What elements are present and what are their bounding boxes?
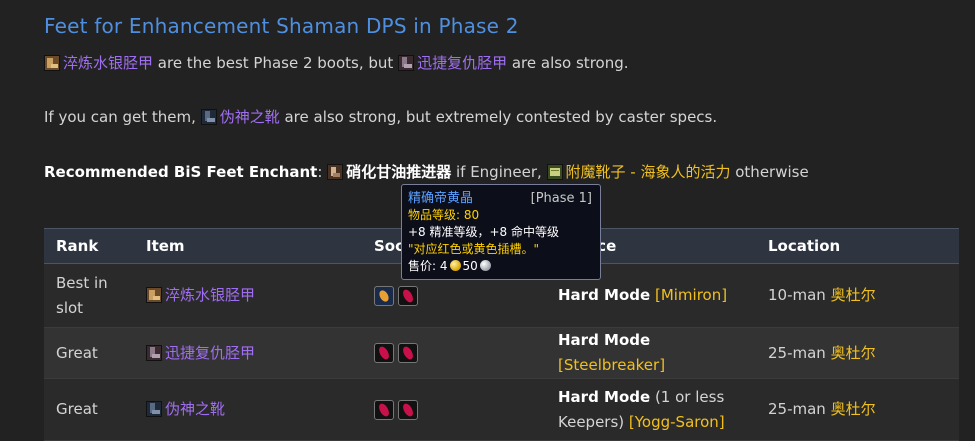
rank-cell: Best in slot xyxy=(44,263,134,328)
item-cell: 迅捷复仇胫甲 xyxy=(134,327,362,379)
item-link-false-god-boots[interactable]: 伪神之靴 xyxy=(220,108,280,126)
location-cell: 25-man 奥杜尔 xyxy=(756,327,959,379)
boots-item-icon xyxy=(146,287,162,303)
scroll-icon xyxy=(546,164,563,180)
paragraph-alt: If you can get them, 伪神之靴 are also stron… xyxy=(44,108,718,126)
boss-link[interactable]: [Steelbreaker] xyxy=(558,356,665,374)
boots-item-icon xyxy=(200,109,217,125)
boss-link[interactable]: [Yogg-Saron] xyxy=(629,413,725,431)
item-link-swift-vengeance-boots[interactable]: 迅捷复仇胫甲 xyxy=(417,54,507,72)
red-gem-socket-icon[interactable] xyxy=(374,399,394,420)
item-link[interactable]: 迅捷复仇胫甲 xyxy=(165,344,255,362)
zone-link[interactable]: 奥杜尔 xyxy=(831,344,876,362)
section-heading: Feet for Enhancement Shaman DPS in Phase… xyxy=(44,14,519,38)
gold-coin-icon xyxy=(449,260,461,271)
item-tooltip: 精确帝黄晶 [Phase 1] 物品等级: 80 +8 精准等级，+8 命中等级… xyxy=(401,184,601,280)
tooltip-stats: +8 精准等级，+8 命中等级 xyxy=(408,225,560,239)
boots-item-icon xyxy=(398,55,415,71)
tooltip-sell-price: 售价: 4 50 xyxy=(408,258,594,275)
rank-cell: Great xyxy=(44,327,134,379)
header-rank: Rank xyxy=(44,228,134,264)
location-cell: 25-man 奥杜尔 xyxy=(756,378,959,441)
item-cell: 淬炼水银胫甲 xyxy=(134,263,362,328)
tooltip-socket-note: "对应红色或黄色插槽。" xyxy=(408,242,540,256)
zone-link[interactable]: 奥杜尔 xyxy=(831,286,876,304)
source-cell: Hard Mode [Steelbreaker] xyxy=(546,327,756,379)
red-gem-socket-icon[interactable] xyxy=(398,343,418,363)
boss-link[interactable]: [Mimiron] xyxy=(655,286,727,304)
table-row: Great 伪神之靴 Hard Mode (1 or less Keepers)… xyxy=(44,378,959,441)
source-cell: Hard Mode (1 or less Keepers) [Yogg-Saro… xyxy=(546,378,756,441)
tooltip-phase: [Phase 1] xyxy=(530,191,592,206)
boots-item-icon xyxy=(146,401,162,417)
item-link-tempered-boots[interactable]: 淬炼水银胫甲 xyxy=(63,54,153,72)
table-row: Great 迅捷复仇胫甲 Hard Mode [Steelbreaker] 25… xyxy=(44,327,959,379)
header-item: Item xyxy=(134,228,362,264)
sockets-cell xyxy=(362,327,546,379)
boots-item-icon xyxy=(44,55,60,71)
item-cell: 伪神之靴 xyxy=(134,378,362,441)
boots-item-icon xyxy=(327,164,344,180)
boots-item-icon xyxy=(146,344,162,361)
enchant-link-tuskarr-vitality[interactable]: 附魔靴子 - 海象人的活力 xyxy=(566,163,731,181)
meta-gem-socket-icon[interactable] xyxy=(374,285,394,306)
rank-cell: Great xyxy=(44,378,134,441)
item-link-nitro-boosts[interactable]: 硝化甘油推进器 xyxy=(346,163,451,181)
silver-coin-icon xyxy=(479,260,491,271)
red-gem-socket-icon[interactable] xyxy=(398,285,418,306)
paragraph-enchant: Recommended BiS Feet Enchant: 硝化甘油推进器 if… xyxy=(44,163,809,181)
paragraph-boots: 淬炼水银胫甲 are the best Phase 2 boots, but 迅… xyxy=(44,52,629,73)
zone-link[interactable]: 奥杜尔 xyxy=(831,400,876,418)
item-link[interactable]: 淬炼水银胫甲 xyxy=(165,286,255,304)
enchant-label: Recommended BiS Feet Enchant xyxy=(44,163,318,181)
red-gem-socket-icon[interactable] xyxy=(374,343,394,363)
location-cell: 10-man 奥杜尔 xyxy=(756,263,959,328)
header-location: Location xyxy=(756,228,959,264)
sockets-cell xyxy=(362,378,546,441)
red-gem-socket-icon[interactable] xyxy=(398,399,418,420)
item-link[interactable]: 伪神之靴 xyxy=(165,400,225,418)
tooltip-item-level: 物品等级: 80 xyxy=(408,208,480,222)
